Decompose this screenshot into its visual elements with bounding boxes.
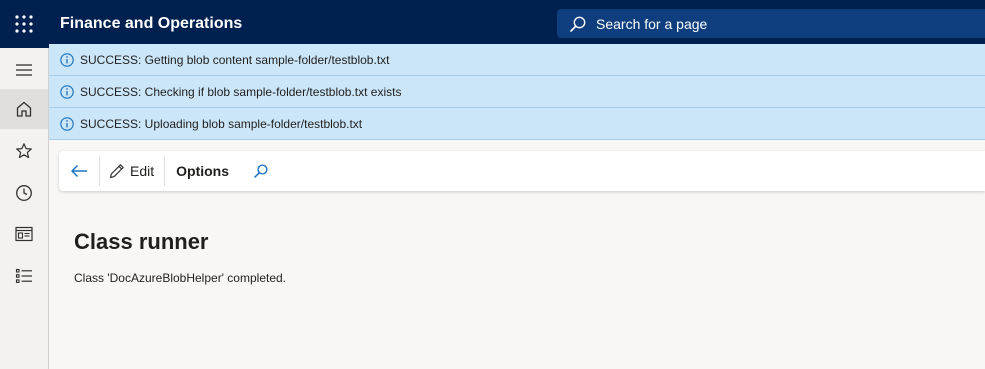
app-title[interactable]: Finance and Operations	[60, 15, 242, 33]
workspace-icon	[15, 226, 33, 242]
nav-recent-button[interactable]	[0, 173, 48, 213]
nav-menu-button[interactable]	[0, 50, 48, 90]
back-button[interactable]	[59, 151, 99, 191]
message-text: SUCCESS: Getting blob content sample-fol…	[80, 52, 390, 67]
search-icon	[254, 164, 268, 178]
message-bar: SUCCESS: Uploading blob sample-folder/te…	[49, 108, 985, 140]
page-title: Class runner	[74, 229, 209, 254]
home-icon	[16, 101, 32, 117]
back-arrow-icon	[71, 165, 87, 177]
search-input[interactable]: Search for a page	[557, 9, 985, 38]
options-label: Options	[176, 163, 230, 179]
waffle-icon	[15, 15, 33, 33]
nav-modules-button[interactable]	[0, 256, 48, 296]
nav-home-button[interactable]	[0, 89, 48, 129]
message-text: SUCCESS: Uploading blob sample-folder/te…	[80, 116, 363, 131]
star-icon	[16, 143, 32, 159]
options-tab[interactable]: Options	[165, 151, 240, 191]
info-icon	[60, 84, 74, 99]
hamburger-icon	[16, 64, 32, 76]
nav-favorites-button[interactable]	[0, 131, 48, 171]
pencil-icon	[110, 164, 124, 178]
message-text: SUCCESS: Checking if blob sample-folder/…	[80, 84, 402, 99]
top-bar: Finance and Operations Search for a page	[0, 0, 985, 48]
info-icon	[60, 52, 74, 67]
search-placeholder: Search for a page	[596, 15, 708, 32]
app-launcher-button[interactable]	[0, 0, 48, 48]
action-search-button[interactable]	[246, 151, 276, 191]
side-navigation	[0, 48, 49, 369]
message-bar: SUCCESS: Getting blob content sample-fol…	[49, 44, 985, 76]
edit-label: Edit	[130, 163, 155, 179]
message-bar: SUCCESS: Checking if blob sample-folder/…	[49, 76, 985, 108]
list-icon	[15, 268, 32, 283]
status-text: Class 'DocAzureBlobHelper' completed.	[74, 271, 287, 285]
info-icon	[60, 116, 74, 131]
action-pane: Edit Options	[59, 151, 985, 191]
edit-button[interactable]: Edit	[100, 151, 164, 191]
clock-icon	[16, 185, 32, 201]
nav-workspaces-button[interactable]	[0, 214, 48, 254]
search-icon	[570, 16, 586, 32]
